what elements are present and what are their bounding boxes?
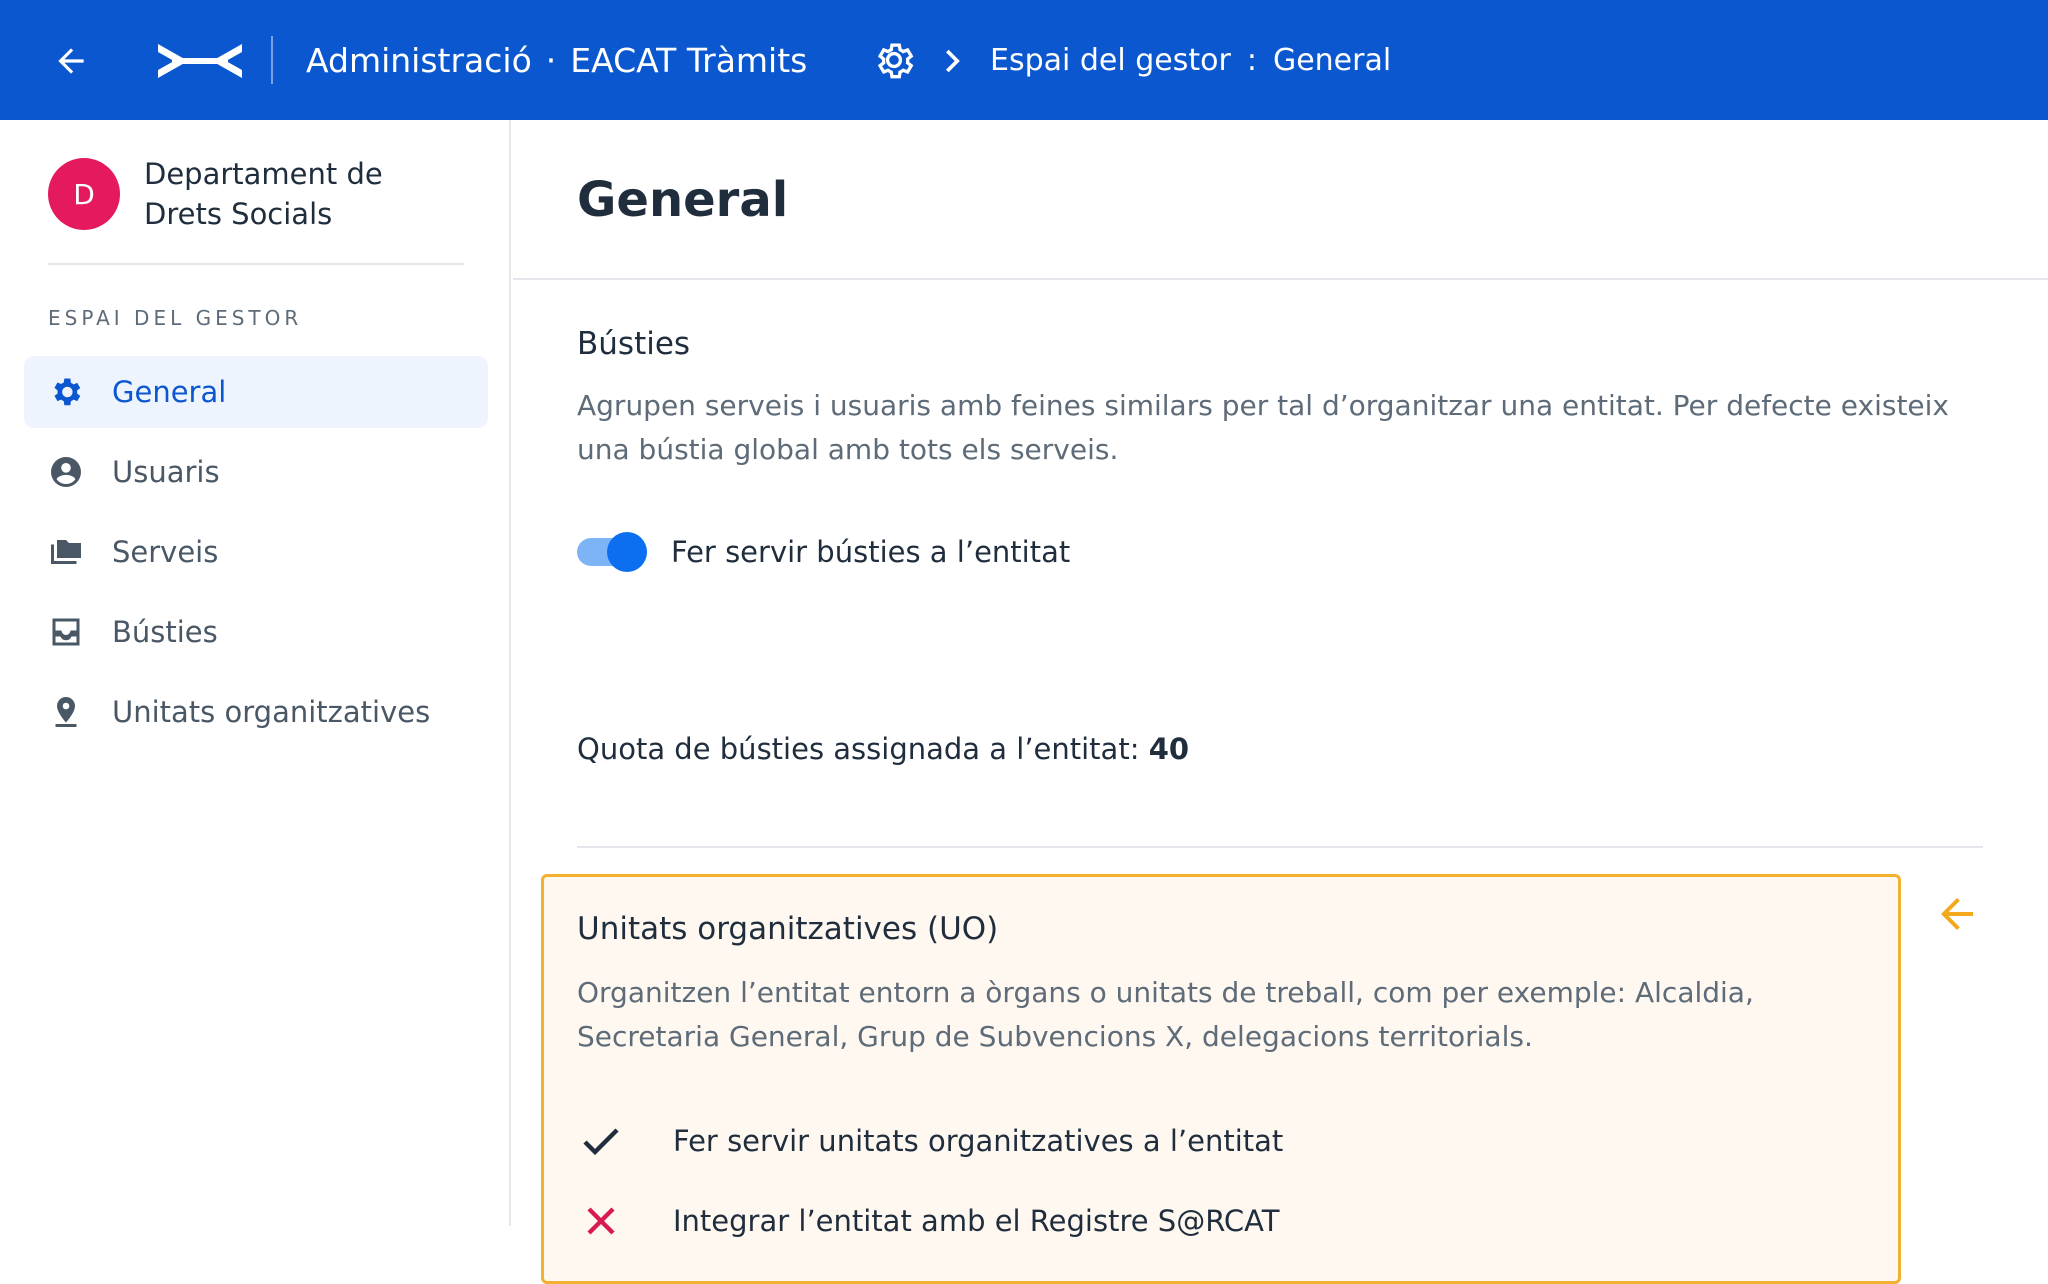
avatar: D [48, 158, 120, 230]
sidebar-item-label: Usuaris [112, 455, 220, 489]
sidebar-divider [48, 263, 464, 265]
top-bar: Administració · EACAT Tràmits Espai del ge… [0, 0, 2048, 120]
quota-label: Quota de bústies assignada a l’entitat: [577, 732, 1140, 766]
uo-option-disabled: Integrar l’entitat amb el Registre S@RCA… [577, 1197, 1279, 1245]
sidebar-item-usuaris[interactable]: Usuaris [24, 436, 488, 508]
gear-icon[interactable] [872, 38, 916, 82]
sidebar-item-label: Unitats organitzatives [112, 695, 431, 729]
quota-value: 40 [1148, 732, 1190, 766]
title-divider [513, 278, 2048, 280]
main-content: General Bústies Agrupen serveis i usuari… [513, 120, 2048, 1284]
busties-toggle-label: Fer servir bústies a l’entitat [671, 535, 1071, 569]
eacat-logo [158, 44, 242, 78]
title-separator: · [545, 41, 557, 80]
sidebar-item-label: General [112, 375, 227, 409]
breadcrumb-section[interactable]: Espai del gestor [990, 43, 1231, 78]
sidebar-item-general[interactable]: General [24, 356, 488, 428]
app-name: Administració [306, 41, 532, 80]
sidebar-item-busties[interactable]: Bústies [24, 596, 488, 668]
sidebar-item-unitats-organitzatives[interactable]: Unitats organitzatives [24, 676, 488, 748]
check-icon [583, 1128, 619, 1156]
user-circle-icon [51, 457, 81, 487]
uo-option-enabled: Fer servir unitats organitzatives a l’en… [577, 1117, 1283, 1165]
sidebar-item-label: Serveis [112, 535, 219, 569]
uo-section-title: Unitats organitzatives (UO) [577, 911, 999, 947]
sidebar-item-serveis[interactable]: Serveis [24, 516, 488, 588]
breadcrumb-separator: : [1246, 43, 1257, 78]
uo-option-label: Integrar l’entitat amb el Registre S@RCA… [673, 1204, 1280, 1238]
close-icon [587, 1207, 615, 1235]
back-button[interactable] [50, 40, 92, 82]
location-pin-icon [55, 697, 77, 727]
busties-section-title: Bústies [577, 326, 691, 362]
organization-header: D Departament de Drets Socials [48, 154, 444, 234]
chevron-right-icon [946, 49, 960, 73]
busties-quota: Quota de bústies assignada a l’entitat: … [577, 732, 1189, 766]
breadcrumb-page: General [1272, 43, 1392, 78]
uo-option-label: Fer servir unitats organitzatives a l’en… [673, 1124, 1284, 1158]
product-name: EACAT Tràmits [570, 41, 808, 80]
folders-icon [51, 540, 81, 564]
arrow-left-icon [1941, 898, 1973, 930]
section-divider [577, 846, 1983, 848]
uo-description: Organitzen l’entitat entorn a òrgans o u… [577, 976, 1754, 1053]
breadcrumb: Espai del gestor: General [990, 40, 1391, 82]
busties-toggle[interactable] [577, 532, 649, 572]
organization-name: Departament de Drets Socials [144, 157, 383, 231]
arrow-left-icon [58, 48, 84, 74]
inbox-icon [52, 618, 80, 646]
sidebar-heading: ESPAI DEL GESTOR [48, 306, 303, 330]
toggle-knob [607, 532, 647, 572]
uo-highlight-box: Unitats organitzatives (UO) Organitzen l… [541, 874, 1901, 1284]
header-divider [271, 36, 273, 84]
app-title[interactable]: Administració · EACAT Tràmits [306, 40, 807, 82]
page-title: General [577, 172, 789, 228]
sidebar: D Departament de Drets Socials ESPAI DEL… [0, 120, 511, 1226]
busties-description: Agrupen serveis i usuaris amb feines sim… [577, 389, 1949, 466]
sidebar-item-label: Bústies [112, 615, 218, 649]
gear-icon [54, 378, 81, 406]
